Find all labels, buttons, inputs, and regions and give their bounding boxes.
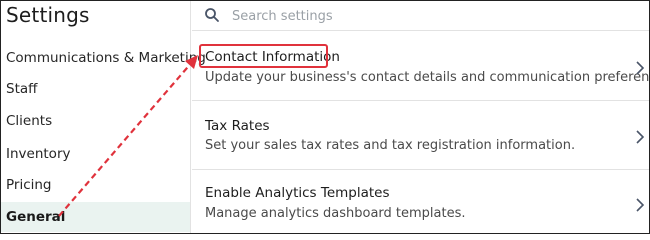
sidebar-item-general[interactable]: General xyxy=(1,202,190,232)
chevron-right-icon xyxy=(636,61,645,75)
row-title: Enable Analytics Templates xyxy=(205,185,390,201)
search-input[interactable] xyxy=(232,5,632,27)
search-bar xyxy=(192,1,649,31)
row-description: Manage analytics dashboard templates. xyxy=(205,206,466,221)
chevron-right-icon xyxy=(636,130,645,144)
settings-window: Settings Communications & Marketing Staf… xyxy=(0,0,650,234)
sidebar-item-staff[interactable]: Staff xyxy=(1,74,190,104)
settings-row-tax-rates[interactable]: Tax Rates Set your sales tax rates and t… xyxy=(192,102,649,170)
chevron-right-icon xyxy=(636,198,645,212)
sidebar-item-pricing[interactable]: Pricing xyxy=(1,170,190,200)
row-title: Tax Rates xyxy=(205,118,270,134)
sidebar-item-clients[interactable]: Clients xyxy=(1,106,190,136)
highlight-box xyxy=(199,44,328,68)
sidebar-item-communications-marketing[interactable]: Communications & Marketing xyxy=(1,43,206,73)
row-description: Update your business's contact details a… xyxy=(205,70,650,85)
sidebar-title: Settings xyxy=(6,3,90,27)
sidebar-item-inventory[interactable]: Inventory xyxy=(1,139,190,169)
sidebar: Settings Communications & Marketing Staf… xyxy=(1,1,206,233)
search-icon xyxy=(205,8,219,22)
settings-row-contact-information[interactable]: Contact Information Update your business… xyxy=(192,32,649,101)
row-description: Set your sales tax rates and tax registr… xyxy=(205,138,576,153)
settings-row-enable-analytics-templates[interactable]: Enable Analytics Templates Manage analyt… xyxy=(192,171,649,233)
settings-main-panel: Contact Information Update your business… xyxy=(192,1,649,233)
